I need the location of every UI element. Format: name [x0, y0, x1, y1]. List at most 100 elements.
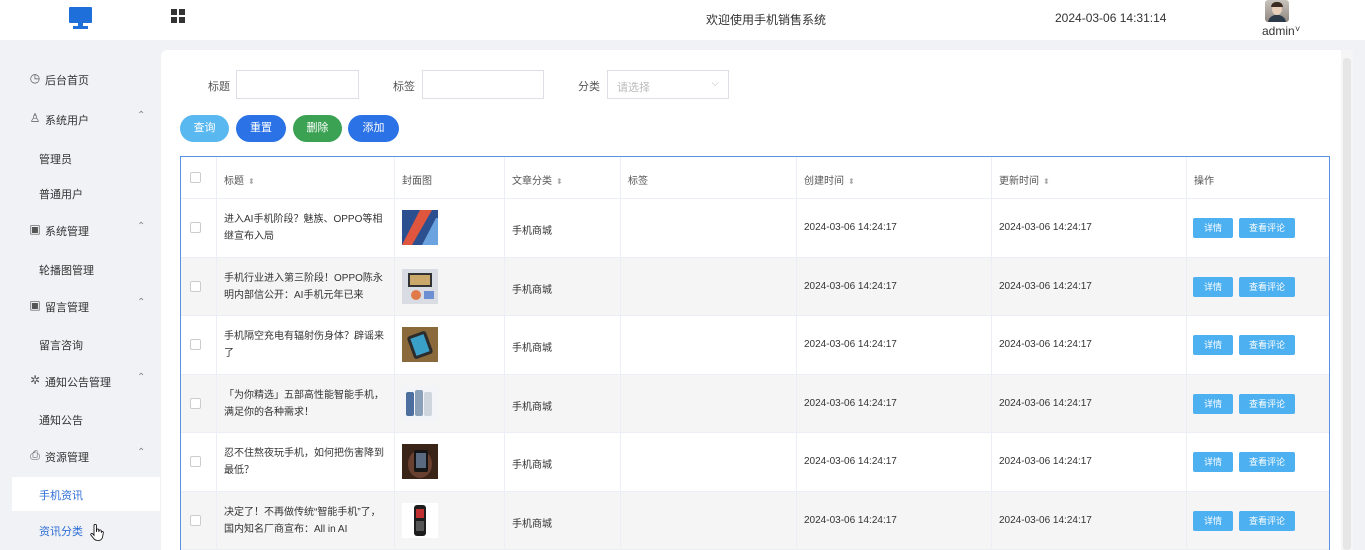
- tag-filter-input[interactable]: [422, 70, 544, 99]
- cell-updated-text: 2024-03-06 14:24:17: [999, 456, 1092, 468]
- sort-icon[interactable]: ⬍: [248, 177, 255, 186]
- row-checkbox[interactable]: [190, 456, 201, 468]
- caret-down-icon[interactable]: ˅: [1295, 24, 1300, 34]
- table-row[interactable]: 忍不住熬夜玩手机，如何把伤害降到最低？ 手机商城 2024-03-06 14:24:…: [181, 433, 1329, 492]
- column-header-cover: 封面图: [402, 172, 432, 187]
- sort-icon[interactable]: ⬍: [556, 177, 563, 186]
- tag-filter-label: 标签: [393, 81, 415, 93]
- column-header-label: 操作: [1194, 176, 1214, 187]
- sidebar-group-3[interactable]: ▣ 留言管理 ⌃: [0, 287, 160, 323]
- cell-cb: [181, 374, 217, 432]
- sidebar-item[interactable]: 管理员: [39, 151, 72, 167]
- top-bar: 欢迎使用手机销售系统 2024-03-06 14:31:14 admin ˅: [0, 0, 1365, 40]
- table-row[interactable]: 进入AI手机阶段？魅族、OPPO等相继宣布入局 手机商城 2024-03-06 14…: [181, 199, 1329, 258]
- table-row[interactable]: 手机行业进入第三阶段！OPPO陈永明内部信公开：AI手机元年已来 手机商城 2024…: [181, 257, 1329, 316]
- sidebar-group-1[interactable]: ♙ 系统用户 ⌃: [0, 100, 160, 136]
- column-header-ops: 操作: [1194, 172, 1214, 187]
- select-all-checkbox[interactable]: [190, 172, 201, 183]
- reset-button[interactable]: 重置: [236, 115, 286, 142]
- view-comments-button[interactable]: 查看评论: [1239, 276, 1295, 297]
- sidebar-group-0[interactable]: ◷ 后台首页: [0, 60, 160, 96]
- article-title: 手机行业进入第三阶段！OPPO陈永明内部信公开：AI手机元年已来: [224, 272, 383, 301]
- cell-cb: [181, 257, 217, 315]
- detail-button[interactable]: 详情: [1193, 218, 1233, 239]
- row-checkbox[interactable]: [190, 397, 201, 409]
- sidebar-item[interactable]: 通知公告: [39, 412, 83, 428]
- cell-title: 进入AI手机阶段？魅族、OPPO等相继宣布入局: [217, 199, 395, 257]
- table-row[interactable]: 「为你精选」五部高性能智能手机，满足你的各种需求！ 手机商城 2024-03-06 …: [181, 374, 1329, 433]
- cell-category-text: 手机商城: [512, 401, 552, 413]
- category-select[interactable]: 请选择 ⌵: [607, 70, 729, 99]
- menu-grid-icon[interactable]: [171, 9, 186, 24]
- sidebar-group-4[interactable]: ✲ 通知公告管理 ⌃: [0, 362, 160, 398]
- cell-category: 手机商城: [505, 257, 621, 315]
- column-header-title[interactable]: 标题 ⬍: [224, 172, 255, 187]
- column-header-created[interactable]: 创建时间 ⬍: [804, 172, 855, 187]
- cell-updated: 2024-03-06 14:24:17: [992, 257, 1187, 315]
- title-filter-input[interactable]: [236, 70, 359, 99]
- cell-tags: [621, 433, 797, 491]
- sidebar-group-2[interactable]: ▣ 系统管理 ⌃: [0, 211, 160, 247]
- cell-ops: 详情 查看评论: [1187, 375, 1329, 433]
- cell-cover: 封面图: [395, 157, 505, 198]
- column-header-category[interactable]: 文章分类 ⬍: [512, 172, 563, 187]
- sidebar-item[interactable]: 轮播图管理: [39, 262, 94, 278]
- detail-button[interactable]: 详情: [1193, 393, 1233, 414]
- monitor-logo-icon[interactable]: [69, 7, 92, 29]
- sidebar-item[interactable]: 普通用户: [39, 186, 83, 202]
- view-comments-button[interactable]: 查看评论: [1239, 335, 1295, 356]
- chevron-down-icon: ⌵: [711, 78, 719, 89]
- query-button[interactable]: 查询: [180, 115, 229, 142]
- detail-button[interactable]: 详情: [1193, 335, 1233, 356]
- sidebar-group-5[interactable]: ⎙ 资源管理 ⌃: [0, 437, 160, 473]
- detail-button[interactable]: 详情: [1193, 452, 1233, 473]
- cell-cb: [181, 157, 217, 198]
- detail-button[interactable]: 详情: [1193, 276, 1233, 297]
- cell-category-text: 手机商城: [512, 226, 552, 238]
- sidebar-item[interactable]: 留言咨询: [39, 337, 83, 353]
- cell-updated-text: 2024-03-06 14:24:17: [999, 339, 1092, 351]
- view-comments-button[interactable]: 查看评论: [1239, 452, 1295, 473]
- cell-tags: [621, 491, 797, 549]
- table-row[interactable]: 手机隔空充电有辐射伤身体？辟谣来了 手机商城 2024-03-06 14:24:17…: [181, 316, 1329, 375]
- row-checkbox[interactable]: [190, 280, 201, 292]
- category-select-placeholder: 请选择: [617, 82, 650, 94]
- welcome-text: 欢迎使用手机销售系统: [706, 13, 827, 27]
- chevron-up-icon: ⌃: [137, 297, 146, 308]
- chevron-up-icon: ⌃: [137, 221, 146, 232]
- table-row[interactable]: 决定了！不再做传统“智能手机”了，国内知名厂商宣布：All in AI 手机商城 2…: [181, 491, 1329, 550]
- cell-title: 决定了！不再做传统“智能手机”了，国内知名厂商宣布：All in AI: [217, 491, 395, 549]
- article-title: 手机隔空充电有辐射伤身体？辟谣来了: [224, 331, 384, 360]
- chevron-up-icon: ⌃: [137, 447, 146, 458]
- sort-icon[interactable]: ⬍: [1043, 177, 1050, 186]
- cell-created: 2024-03-06 14:24:17: [797, 491, 992, 549]
- view-comments-button[interactable]: 查看评论: [1239, 510, 1295, 531]
- sort-icon[interactable]: ⬍: [848, 177, 855, 186]
- view-comments-button[interactable]: 查看评论: [1239, 218, 1295, 239]
- cell-updated: 2024-03-06 14:24:17: [992, 433, 1187, 491]
- cell-tags: [621, 199, 797, 257]
- row-checkbox[interactable]: [190, 339, 201, 351]
- cell-title: 手机行业进入第三阶段！OPPO陈永明内部信公开：AI手机元年已来: [217, 257, 395, 315]
- column-header-label: 标题: [224, 176, 244, 187]
- cell-ops: 详情 查看评论: [1187, 316, 1329, 374]
- sidebar-item[interactable]: 资讯分类: [39, 523, 83, 539]
- cell-created: 2024-03-06 14:24:17: [797, 374, 992, 432]
- row-checkbox[interactable]: [190, 222, 201, 234]
- chevron-up-icon: ⌃: [137, 372, 146, 383]
- column-header-updated[interactable]: 更新时间 ⬍: [999, 172, 1050, 187]
- delete-button[interactable]: 删除: [293, 115, 342, 142]
- detail-button[interactable]: 详情: [1193, 510, 1233, 531]
- user-menu-name[interactable]: admin: [1262, 24, 1295, 38]
- cell-ops: 详情 查看评论: [1187, 433, 1329, 491]
- avatar[interactable]: [1265, 0, 1289, 22]
- view-comments-button[interactable]: 查看评论: [1239, 393, 1295, 414]
- scrollbar-thumb[interactable]: [1343, 58, 1351, 550]
- row-checkbox[interactable]: [190, 514, 201, 526]
- add-button[interactable]: 添加: [348, 115, 399, 142]
- cell-created: 2024-03-06 14:24:17: [797, 433, 992, 491]
- cell-updated: 2024-03-06 14:24:17: [992, 374, 1187, 432]
- article-title: 决定了！不再做传统“智能手机”了，国内知名厂商宣布：All in AI: [224, 506, 381, 535]
- sidebar-item[interactable]: 手机资讯: [12, 477, 160, 511]
- cell-category: 手机商城: [505, 199, 621, 257]
